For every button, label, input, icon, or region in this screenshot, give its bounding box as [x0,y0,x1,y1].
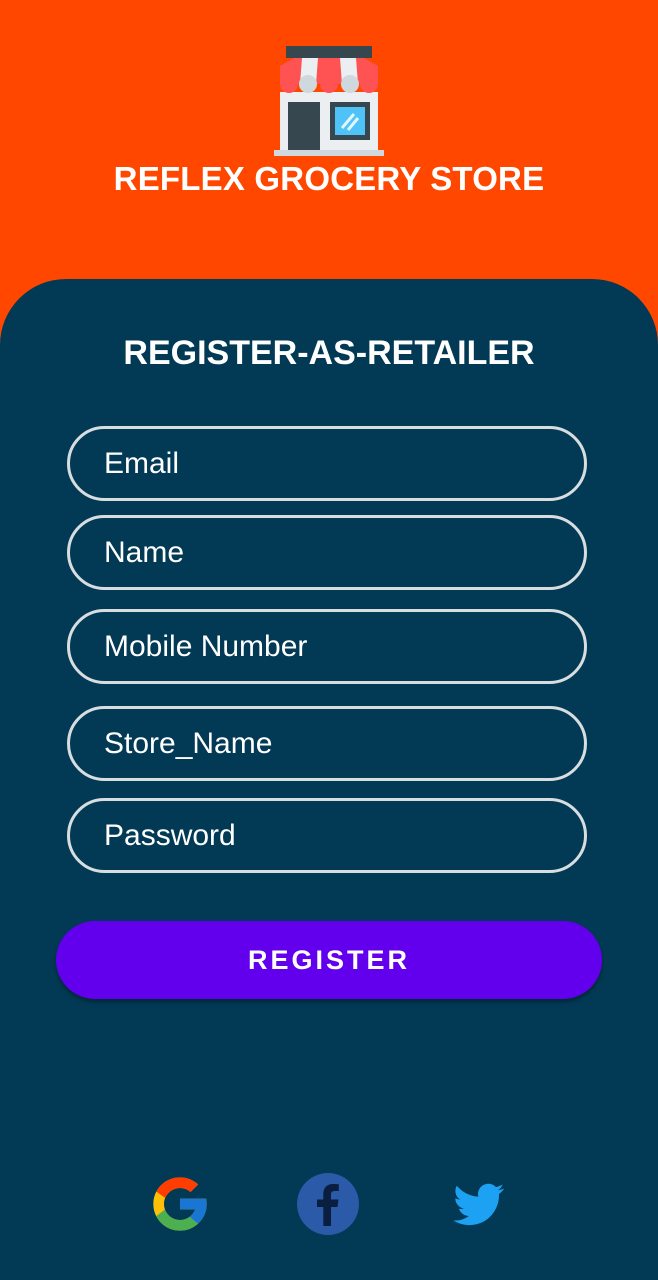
name-field[interactable]: Name [67,515,587,590]
store-name-placeholder: Store_Name [104,726,273,760]
store-name-field[interactable]: Store_Name [67,706,587,781]
twitter-icon[interactable] [446,1172,510,1236]
password-placeholder: Password [104,818,236,852]
form-title: REGISTER-AS-RETAILER [123,334,535,372]
google-icon[interactable] [148,1172,212,1236]
app-title: REFLEX GROCERY STORE [113,160,545,197]
password-field[interactable]: Password [67,798,587,873]
email-placeholder: Email [104,446,180,480]
header: REFLEX GROCERY STORE [0,0,658,300]
register-button[interactable]: REGISTER [56,921,602,999]
mobile-number-placeholder: Mobile Number [104,629,308,663]
name-placeholder: Name [104,535,185,569]
mobile-number-field[interactable]: Mobile Number [67,609,587,684]
grocery-store-icon [274,46,384,156]
facebook-icon[interactable] [296,1172,360,1236]
email-field[interactable]: Email [67,426,587,501]
